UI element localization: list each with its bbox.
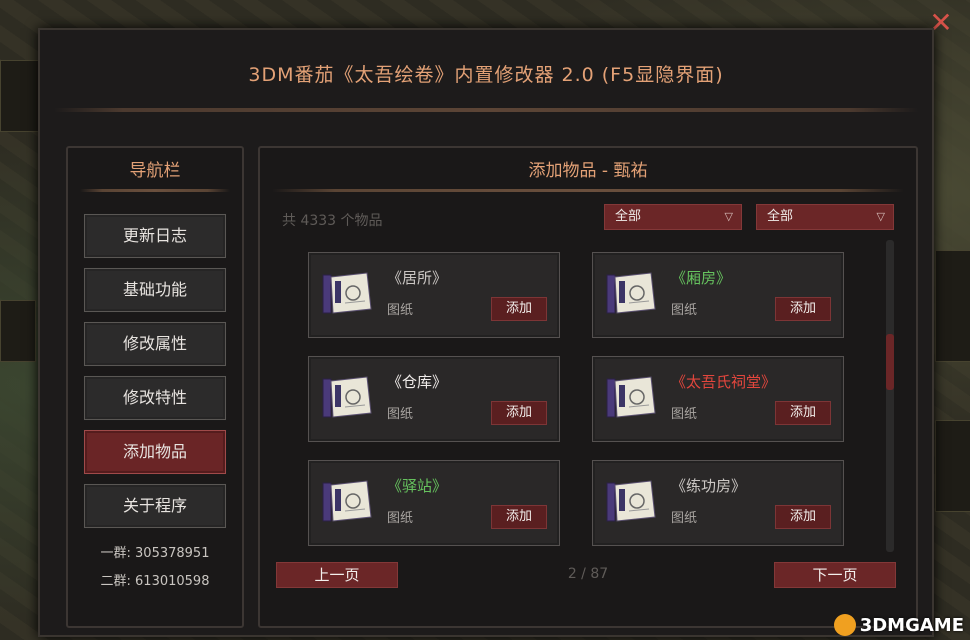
watermark-logo-icon bbox=[833, 614, 856, 636]
nav-item-about[interactable]: 关于程序 bbox=[83, 483, 227, 529]
next-page-button[interactable]: 下一页 bbox=[774, 562, 896, 588]
filter-dropdown-1[interactable]: 全部 ▽ bbox=[604, 204, 742, 230]
nav-panel: 导航栏 更新日志 基础功能 修改属性 修改特性 添加物品 关于程序 一群: 30… bbox=[66, 146, 244, 628]
watermark-text: 3DMGAME bbox=[859, 614, 964, 636]
blueprint-scroll-icon bbox=[322, 376, 372, 418]
item-type: 图纸 bbox=[387, 407, 414, 422]
qq-group-2: 二群: 613010598 bbox=[100, 574, 210, 589]
blueprint-scroll-icon bbox=[606, 272, 656, 314]
title-bar: 3DM番茄《太吾绘卷》内置修改器 2.0 (F5显隐界面) bbox=[40, 30, 932, 108]
item-card: 《仓库》 图纸 添加 bbox=[308, 356, 560, 442]
trainer-window: 3DM番茄《太吾绘卷》内置修改器 2.0 (F5显隐界面) 导航栏 更新日志 基… bbox=[38, 28, 934, 637]
item-card: 《练功房》 图纸 添加 bbox=[592, 460, 844, 546]
chevron-down-icon: ▽ bbox=[724, 210, 733, 223]
nav-title: 导航栏 bbox=[129, 161, 181, 181]
item-type: 图纸 bbox=[671, 303, 698, 318]
filter-dropdown-2[interactable]: 全部 ▽ bbox=[756, 204, 894, 230]
window-title: 3DM番茄《太吾绘卷》内置修改器 2.0 (F5显隐界面) bbox=[248, 64, 724, 86]
add-button[interactable]: 添加 bbox=[491, 401, 547, 425]
chevron-down-icon: ▽ bbox=[876, 210, 885, 223]
nav-item-basic-functions[interactable]: 基础功能 bbox=[83, 267, 227, 313]
add-button[interactable]: 添加 bbox=[775, 297, 831, 321]
add-button[interactable]: 添加 bbox=[491, 505, 547, 529]
blueprint-scroll-icon bbox=[606, 376, 656, 418]
watermark: 3DMGAME bbox=[833, 614, 964, 636]
nav-item-modify-attributes[interactable]: 修改属性 bbox=[83, 321, 227, 367]
add-button[interactable]: 添加 bbox=[775, 401, 831, 425]
item-type: 图纸 bbox=[671, 511, 698, 526]
add-button[interactable]: 添加 bbox=[491, 297, 547, 321]
add-button[interactable]: 添加 bbox=[775, 505, 831, 529]
main-panel: 添加物品 - 甄祐 共 4333 个物品 全部 ▽ 全部 ▽ 《居所》 图纸 添… bbox=[258, 146, 918, 628]
item-name: 《练功房》 bbox=[671, 477, 747, 495]
item-count: 共 4333 个物品 bbox=[282, 213, 383, 229]
item-card: 《驿站》 图纸 添加 bbox=[308, 460, 560, 546]
item-card: 《厢房》 图纸 添加 bbox=[592, 252, 844, 338]
item-name: 《驿站》 bbox=[387, 477, 448, 495]
item-type: 图纸 bbox=[671, 407, 698, 422]
item-card: 《居所》 图纸 添加 bbox=[308, 252, 560, 338]
item-name: 《居所》 bbox=[387, 269, 448, 287]
item-name: 《仓库》 bbox=[387, 373, 448, 391]
scrollbar[interactable] bbox=[886, 240, 894, 552]
title-divider bbox=[54, 108, 918, 112]
item-card: 《太吾氏祠堂》 图纸 添加 bbox=[592, 356, 844, 442]
panel-title: 添加物品 - 甄祐 bbox=[528, 161, 648, 181]
panel-divider bbox=[272, 189, 904, 192]
nav-item-modify-traits[interactable]: 修改特性 bbox=[83, 375, 227, 421]
qq-group-1: 一群: 305378951 bbox=[100, 546, 210, 561]
filter-dropdown-2-value: 全部 bbox=[767, 209, 794, 224]
nav-divider bbox=[80, 189, 230, 192]
item-name: 《厢房》 bbox=[671, 269, 732, 287]
filter-dropdown-1-value: 全部 bbox=[615, 209, 642, 224]
blueprint-scroll-icon bbox=[322, 272, 372, 314]
scrollbar-thumb[interactable] bbox=[886, 334, 894, 390]
item-type: 图纸 bbox=[387, 511, 414, 526]
nav-item-update-log[interactable]: 更新日志 bbox=[83, 213, 227, 259]
blueprint-scroll-icon bbox=[322, 480, 372, 522]
nav-item-add-items[interactable]: 添加物品 bbox=[83, 429, 227, 475]
blueprint-scroll-icon bbox=[606, 480, 656, 522]
item-name: 《太吾氏祠堂》 bbox=[671, 373, 777, 391]
item-type: 图纸 bbox=[387, 303, 414, 318]
